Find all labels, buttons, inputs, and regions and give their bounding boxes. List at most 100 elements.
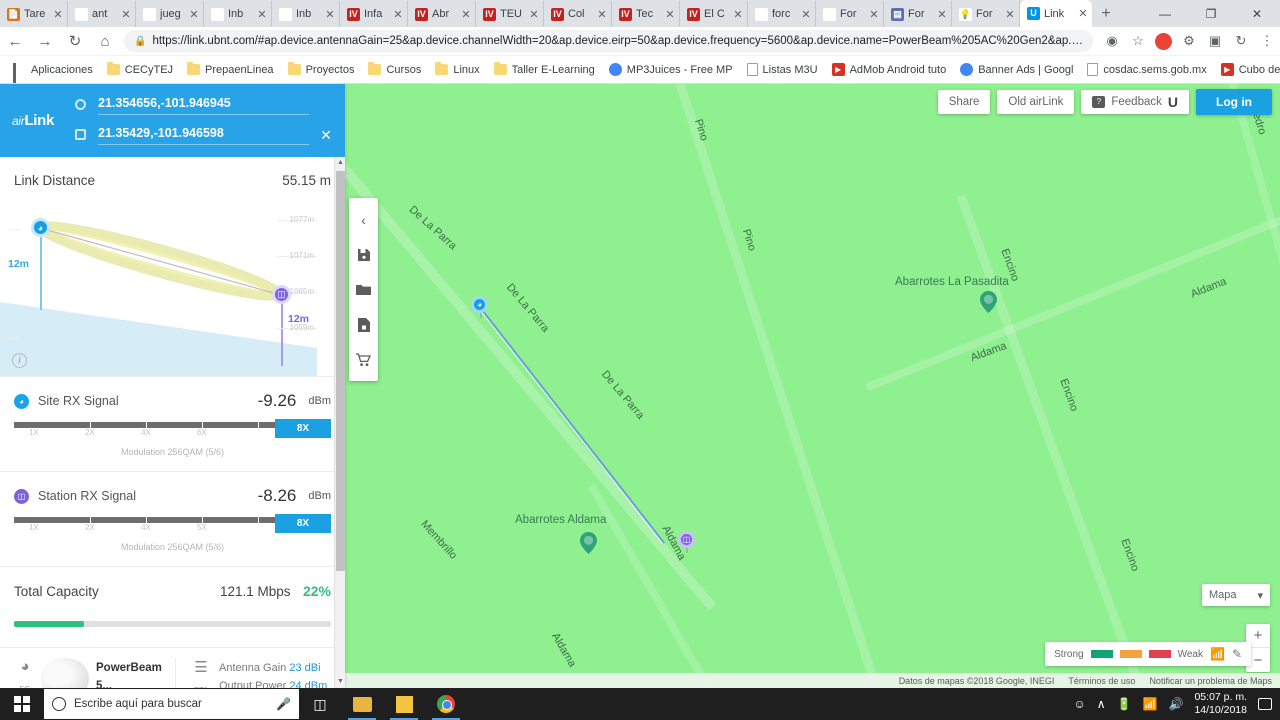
browser-tab[interactable]: IV Infa ✕ — [340, 1, 408, 27]
browser-tab[interactable]: ▤ For ✕ — [884, 1, 952, 27]
clock[interactable]: 05:07 p. m. 14/10/2018 — [1194, 691, 1247, 717]
avatar[interactable] — [1155, 32, 1172, 50]
volume-icon[interactable]: 🔊 — [1168, 697, 1183, 711]
sticky-notes-icon[interactable] — [383, 688, 425, 720]
old-airlink-button[interactable]: Old airLink — [997, 90, 1075, 114]
browser-tab[interactable]: M Inb ✕ — [204, 1, 272, 27]
browser-tab[interactable]: IV Col ✕ — [544, 1, 612, 27]
maximize-button[interactable]: ❐ — [1188, 0, 1234, 27]
close-icon[interactable]: ✕ — [801, 8, 811, 21]
cast-icon[interactable]: ◉ — [1099, 27, 1125, 56]
scroll-thumb[interactable] — [336, 171, 345, 571]
bookmark-item[interactable]: Listas M3U — [740, 63, 825, 76]
new-tab-button[interactable]: + — [1092, 0, 1120, 27]
close-icon[interactable]: ✕ — [325, 8, 335, 21]
login-button[interactable]: Log in — [1196, 89, 1272, 115]
close-icon[interactable]: ✕ — [1005, 8, 1015, 21]
sync-icon[interactable]: ↻ — [1228, 27, 1254, 56]
map-node-site[interactable]: ◕ — [471, 296, 488, 313]
forward-icon[interactable]: → — [30, 27, 60, 56]
report-problem-link[interactable]: Notificar un problema de Maps — [1149, 676, 1272, 686]
profile-node-site[interactable]: ◕ — [31, 218, 50, 237]
close-icon[interactable]: ✕ — [869, 8, 879, 21]
close-icon[interactable]: ✕ — [733, 8, 743, 21]
document-icon[interactable] — [349, 307, 378, 342]
bookmark-apps[interactable]: Aplicaciones — [6, 63, 100, 83]
notification-icon[interactable] — [1258, 698, 1272, 710]
extension-icon[interactable]: ▣ — [1202, 27, 1228, 56]
terms-link[interactable]: Términos de uso — [1068, 676, 1135, 686]
close-icon[interactable]: ✕ — [461, 8, 471, 21]
close-icon[interactable]: ✕ — [937, 8, 947, 21]
close-icon[interactable]: ✕ — [529, 8, 539, 21]
close-icon[interactable]: ✕ — [53, 8, 63, 21]
file-explorer-icon[interactable] — [341, 688, 383, 720]
close-icon[interactable]: ✕ — [189, 8, 199, 21]
browser-tab[interactable]: IV El C ✕ — [680, 1, 748, 27]
chrome-icon[interactable] — [425, 688, 467, 720]
browser-tab-active[interactable]: U Link ✕ — [1020, 0, 1092, 27]
clear-coords-button[interactable]: ✕ — [319, 127, 333, 144]
scroll-down-icon[interactable]: ▼ — [335, 676, 345, 688]
device-site-column[interactable]: ◕ 5G PowerBeam 5... 25 dBi | 25 dBm — [0, 658, 175, 688]
pencil-icon[interactable]: ✎ — [1232, 647, 1242, 661]
close-icon[interactable]: ✕ — [1078, 7, 1088, 20]
bookmark-item[interactable]: Linux — [428, 64, 486, 76]
station-coord-value[interactable]: 21.35429,-101.946598 — [98, 126, 309, 145]
browser-tab[interactable]: 📄 Tare ✕ — [0, 1, 68, 27]
bookmark-item[interactable]: MP3Juices - Free MP — [602, 63, 740, 76]
close-window-button[interactable]: ✕ — [1234, 0, 1280, 27]
browser-tab[interactable]: 💡 For ✕ — [952, 1, 1020, 27]
extension-puzzle-icon[interactable]: ⚙ — [1176, 27, 1202, 56]
device-params-column[interactable]: ☰ STA Antenna Gain 23 dBi Output Power 2… — [175, 658, 345, 688]
info-icon[interactable]: i — [12, 353, 27, 368]
browser-tab[interactable]: M Inb ✕ — [272, 1, 340, 27]
map-poi-pin[interactable] — [980, 291, 997, 313]
bookmark-item[interactable]: ▶ AdMob Android tuto — [825, 63, 954, 76]
reload-icon[interactable]: ↻ — [60, 27, 90, 56]
close-icon[interactable]: ✕ — [597, 8, 607, 21]
browser-tab[interactable]: IV Tec ✕ — [612, 1, 680, 27]
map-type-selector[interactable]: Mapa ▾ — [1202, 584, 1270, 606]
map-canvas[interactable]: ◕ ◫ De La Parra De La Parra De La Parra … — [345, 84, 1280, 688]
close-icon[interactable]: ✕ — [665, 8, 675, 21]
panel-scrollbar[interactable]: ▲ ▼ — [334, 157, 345, 688]
bookmark-item[interactable]: cosdac.sems.gob.mx — [1080, 63, 1213, 76]
bookmark-item[interactable]: Cursos — [361, 64, 428, 76]
close-icon[interactable]: ✕ — [121, 8, 131, 21]
browser-tab[interactable]: IV TEU ✕ — [476, 1, 544, 27]
back-icon[interactable]: ← — [0, 27, 30, 56]
bookmark-item[interactable]: Proyectos — [281, 64, 362, 76]
bookmark-item[interactable]: Banner Ads | Googl — [953, 63, 1080, 76]
profile-node-station[interactable]: ◫ — [272, 285, 291, 304]
show-hidden-icons-icon[interactable]: ∧ — [1097, 697, 1106, 711]
bookmark-item[interactable]: Taller E-Learning — [487, 64, 602, 76]
bookmark-star-icon[interactable]: ☆ — [1125, 27, 1151, 56]
antenna-gain-value[interactable]: 23 dBi — [289, 662, 320, 674]
browser-tab[interactable]: Gforc ✕ — [748, 1, 816, 27]
search-input[interactable]: Escribe aquí para buscar 🎤 — [44, 689, 299, 719]
home-icon[interactable]: ⌂ — [90, 27, 120, 56]
bookmark-item[interactable]: PrepaenLinea — [180, 64, 281, 76]
save-icon[interactable] — [349, 237, 378, 272]
collapse-panel-icon[interactable]: ‹ — [349, 202, 378, 237]
minimize-button[interactable]: — — [1142, 0, 1188, 27]
cart-icon[interactable] — [349, 342, 378, 377]
terrain-profile-chart[interactable]: 1077m 1071m 1065m 1059m ◕ ◫ 12m 12m i — [0, 198, 317, 376]
wifi-icon[interactable]: 📶 — [1143, 697, 1158, 711]
share-button[interactable]: Share — [937, 90, 991, 114]
feedback-button[interactable]: ? Feedback U — [1081, 90, 1189, 114]
map-poi-pin[interactable] — [580, 532, 597, 554]
signal-waves-icon[interactable]: 📶 — [1210, 647, 1225, 661]
open-folder-icon[interactable] — [349, 272, 378, 307]
browser-tab[interactable]: IV Abr ✕ — [408, 1, 476, 27]
browser-tab[interactable]: Gjueg ✕ — [136, 1, 204, 27]
task-view-icon[interactable]: ◫ — [299, 688, 341, 720]
microphone-icon[interactable]: 🎤 — [276, 697, 291, 711]
start-button[interactable] — [0, 688, 44, 720]
site-coord-value[interactable]: 21.354656,-101.946945 — [98, 96, 309, 115]
browser-tab[interactable]: AZ For ✕ — [816, 1, 884, 27]
menu-icon[interactable]: ⋮ — [1254, 27, 1280, 56]
bookmark-item[interactable]: ▶ Cubo del Binomio (lo — [1214, 63, 1280, 76]
bookmark-item[interactable]: CECyTEJ — [100, 64, 180, 76]
